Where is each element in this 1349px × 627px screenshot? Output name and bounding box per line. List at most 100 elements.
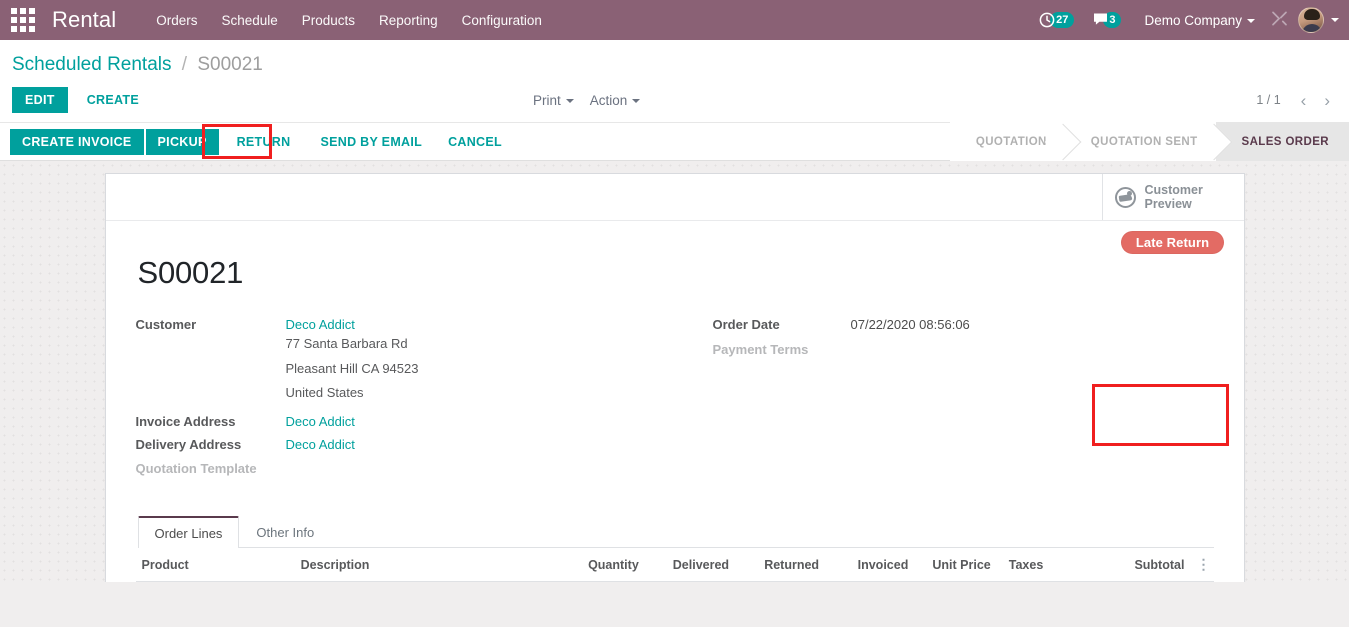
chevron-down-icon [1247,19,1255,23]
tab-order-lines[interactable]: Order Lines [138,516,240,548]
ribbon-area: Late Return [1102,231,1244,254]
table-row[interactable]: [RENT001] Projector [RENT001] Projector … [136,581,1214,582]
send-by-email-button[interactable]: SEND BY EMAIL [308,129,434,155]
cell-product[interactable]: [RENT001] Projector [136,581,295,582]
create-button[interactable]: CREATE [74,87,152,113]
sheet-wrapper: Customer Preview Late Return S00021 Cust… [105,173,1245,582]
cell-returned[interactable]: 0.00 [735,581,825,582]
menu-item-schedule[interactable]: Schedule [209,3,289,38]
stage-quotation-sent[interactable]: QUOTATION SENT [1065,122,1216,161]
cancel-button[interactable]: CANCEL [436,129,514,155]
breadcrumb-current: S00021 [197,54,263,75]
kebab-menu-icon: ⋮ [1197,556,1212,572]
activities-menu[interactable]: 27 [1030,0,1083,40]
notebook-tabs: Order Lines Other Info [138,516,1214,548]
stage-sales-order[interactable]: SALES ORDER [1216,122,1349,161]
status-pipeline: QUOTATION QUOTATION SENT SALES ORDER [950,122,1349,161]
delivery-address-link[interactable]: Deco Addict [286,437,355,452]
customer-link[interactable]: Deco Addict [286,317,355,332]
menu-item-products[interactable]: Products [290,3,367,38]
field-invoice-address: Invoice Address Deco Addict [136,414,675,429]
customer-address-line-2: Pleasant Hill CA 94523 [286,357,419,382]
main-menu: Orders Schedule Products Reporting Confi… [144,3,554,38]
chevron-down-icon [632,99,640,103]
column-header-delivered[interactable]: Delivered [645,550,735,582]
record-pager: 1 / 1 ‹ › [1256,92,1337,109]
pager-previous-icon[interactable]: ‹ [1294,92,1314,109]
field-invoice-address-value: Deco Addict [286,414,355,429]
customer-preview-label: Customer Preview [1145,183,1203,211]
breadcrumb: Scheduled Rentals / S00021 [12,54,1349,76]
late-return-ribbon: Late Return [1121,231,1224,254]
customer-preview-line1: Customer [1145,183,1203,197]
pickup-button[interactable]: PICKUP [146,129,219,155]
edit-button[interactable]: EDIT [12,87,68,113]
column-header-taxes[interactable]: Taxes [997,550,1101,582]
cell-taxes[interactable]: Tax 15.00% [997,581,1101,582]
field-order-date-value[interactable]: 07/22/2020 08:56:06 [851,317,970,332]
user-menu-chevron-down-icon[interactable] [1331,18,1339,22]
company-switcher[interactable]: Demo Company [1130,13,1261,28]
pager-next-icon[interactable]: › [1317,92,1337,109]
cell-invoiced[interactable]: 0.000 [825,581,914,582]
order-lines-table-head: Product Description Quantity Delivered R… [136,550,1214,582]
column-header-subtotal[interactable]: Subtotal [1101,550,1190,582]
print-dropdown[interactable]: Print [533,93,574,108]
cell-delivered[interactable]: 3.000 [645,581,735,582]
breadcrumb-separator: / [182,54,187,75]
avatar[interactable] [1298,7,1324,33]
sheet-body: Late Return S00021 Customer Deco Addict … [106,221,1244,582]
content-area: Customer Preview Late Return S00021 Cust… [0,161,1349,582]
apps-grid-icon[interactable] [6,0,40,40]
column-header-quantity[interactable]: Quantity [556,550,645,582]
form-column-left: Customer Deco Addict 77 Santa Barbara Rd… [136,317,675,482]
stage-quotation[interactable]: QUOTATION [950,122,1065,161]
form-sheet: Customer Preview Late Return S00021 Cust… [105,173,1245,582]
column-header-product[interactable]: Product [136,550,295,582]
globe-icon [1115,187,1136,208]
cell-description[interactable]: [RENT001] Projector 7/17/20, 5:26 AM to … [295,581,556,582]
menu-item-reporting[interactable]: Reporting [367,3,450,38]
action-dropdown[interactable]: Action [590,93,641,108]
column-header-description[interactable]: Description [295,550,556,582]
customer-address-line-1: 77 Santa Barbara Rd [286,332,419,357]
print-label: Print [533,93,561,108]
field-invoice-address-label: Invoice Address [136,414,286,429]
field-customer: Customer Deco Addict 77 Santa Barbara Rd… [136,317,675,406]
order-lines-table: Product Description Quantity Delivered R… [136,550,1214,583]
cell-row-menu [1190,581,1213,582]
developer-tools-icon[interactable] [1261,10,1298,31]
control-panel-dropdowns: Print Action [533,93,640,108]
field-payment-terms: Payment Terms [713,342,1214,357]
chevron-down-icon [566,99,574,103]
page-title: S00021 [138,255,1214,291]
breadcrumb-root[interactable]: Scheduled Rentals [12,54,172,75]
column-header-returned[interactable]: Returned [735,550,825,582]
column-header-unit-price[interactable]: Unit Price [914,550,996,582]
chat-bubble-icon [1092,12,1108,28]
cell-subtotal: $ 300.00 [1101,581,1190,582]
cell-quantity[interactable]: 3.000 [556,581,645,582]
app-brand-title: Rental [52,7,116,33]
field-delivery-address: Delivery Address Deco Addict [136,437,675,452]
menu-item-orders[interactable]: Orders [144,3,209,38]
pager-counter: 1 / 1 [1256,93,1280,107]
customer-preview-button[interactable]: Customer Preview [1102,174,1244,220]
messaging-menu[interactable]: 3 [1083,0,1130,40]
return-button[interactable]: RETURN [225,129,303,155]
create-invoice-button[interactable]: CREATE INVOICE [10,129,144,155]
field-delivery-address-value: Deco Addict [286,437,355,452]
customer-address-line-3: United States [286,381,419,406]
field-delivery-address-label: Delivery Address [136,437,286,452]
optional-columns-toggle[interactable]: ⋮ [1190,550,1213,582]
action-label: Action [590,93,628,108]
cell-unit-price[interactable]: 100.00 [914,581,996,582]
invoice-address-link[interactable]: Deco Addict [286,414,355,429]
order-lines-table-body: [RENT001] Projector [RENT001] Projector … [136,581,1214,582]
column-header-invoiced[interactable]: Invoiced [825,550,914,582]
menu-item-configuration[interactable]: Configuration [450,3,554,38]
tab-other-info[interactable]: Other Info [239,516,331,548]
clock-icon [1039,12,1055,28]
top-navbar: Rental Orders Schedule Products Reportin… [0,0,1349,40]
field-customer-label: Customer [136,317,286,332]
